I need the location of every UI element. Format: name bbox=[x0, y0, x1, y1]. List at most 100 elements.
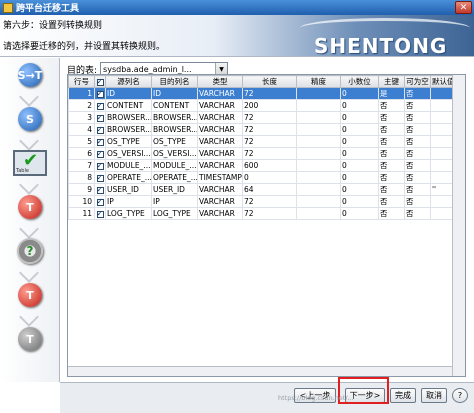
table-row[interactable]: 11LOG_TYPELOG_TYPEVARCHAR720否否 bbox=[68, 207, 453, 220]
default-value-cell[interactable] bbox=[430, 87, 453, 100]
include-checkbox[interactable] bbox=[96, 149, 104, 158]
primary-key-cell[interactable]: 否 bbox=[378, 171, 405, 184]
precision-cell[interactable] bbox=[296, 171, 341, 184]
source-column-cell[interactable]: BROWSER... bbox=[105, 111, 152, 124]
nullable-cell[interactable]: 否 bbox=[404, 159, 431, 172]
target-column-cell[interactable]: MODULE_... bbox=[151, 159, 198, 172]
scale-cell[interactable]: 0 bbox=[340, 147, 379, 160]
length-cell[interactable]: 72 bbox=[242, 111, 297, 124]
column-header[interactable]: 可为空 bbox=[404, 75, 431, 88]
source-column-cell[interactable]: OS_TYPE bbox=[105, 135, 152, 148]
scale-cell[interactable]: 0 bbox=[340, 207, 379, 220]
default-value-cell[interactable]: '' bbox=[430, 183, 453, 196]
type-cell[interactable]: VARCHAR bbox=[197, 159, 243, 172]
nullable-cell[interactable]: 否 bbox=[404, 147, 431, 160]
column-header[interactable]: 行号 bbox=[68, 75, 95, 88]
type-cell[interactable]: VARCHAR bbox=[197, 123, 243, 136]
nullable-cell[interactable]: 否 bbox=[404, 87, 431, 100]
column-header[interactable]: 源列名 bbox=[105, 75, 152, 88]
vertical-scrollbar[interactable] bbox=[452, 75, 465, 376]
row-number-cell[interactable]: 5 bbox=[68, 135, 95, 148]
row-number-cell[interactable]: 10 bbox=[68, 195, 95, 208]
default-value-cell[interactable] bbox=[430, 207, 453, 220]
source-column-cell[interactable]: LOG_TYPE bbox=[105, 207, 152, 220]
source-column-cell[interactable]: OS_VERSI... bbox=[105, 147, 152, 160]
row-number-cell[interactable]: 6 bbox=[68, 147, 95, 160]
length-cell[interactable]: 72 bbox=[242, 207, 297, 220]
include-checkbox-cell[interactable] bbox=[94, 147, 106, 160]
include-checkbox[interactable] bbox=[96, 137, 104, 146]
table-row[interactable]: 6OS_VERSI...OS_VERSI...VARCHAR720否否 bbox=[68, 147, 453, 160]
default-value-cell[interactable] bbox=[430, 111, 453, 124]
include-checkbox-cell[interactable] bbox=[94, 87, 106, 100]
primary-key-cell[interactable]: 否 bbox=[378, 183, 405, 196]
length-cell[interactable]: 200 bbox=[242, 99, 297, 112]
nullable-cell[interactable]: 否 bbox=[404, 135, 431, 148]
precision-cell[interactable] bbox=[296, 207, 341, 220]
row-number-cell[interactable]: 3 bbox=[68, 111, 95, 124]
target-column-cell[interactable]: ID bbox=[151, 87, 198, 100]
target-column-cell[interactable]: USER_ID bbox=[151, 183, 198, 196]
type-cell[interactable]: VARCHAR bbox=[197, 207, 243, 220]
target-column-cell[interactable]: IP bbox=[151, 195, 198, 208]
table-row[interactable]: 5OS_TYPEOS_TYPEVARCHAR720否否 bbox=[68, 135, 453, 148]
cancel-button[interactable]: 取消 bbox=[421, 388, 447, 403]
include-checkbox-cell[interactable] bbox=[94, 99, 106, 112]
source-column-cell[interactable]: BROWSER... bbox=[105, 123, 152, 136]
primary-key-cell[interactable]: 否 bbox=[378, 147, 405, 160]
default-value-cell[interactable] bbox=[430, 159, 453, 172]
type-cell[interactable]: VARCHAR bbox=[197, 87, 243, 100]
primary-key-cell[interactable]: 否 bbox=[378, 195, 405, 208]
target-column-cell[interactable]: CONTENT bbox=[151, 99, 198, 112]
include-checkbox[interactable] bbox=[96, 185, 104, 194]
nullable-cell[interactable]: 否 bbox=[404, 183, 431, 196]
length-cell[interactable]: 72 bbox=[242, 195, 297, 208]
column-header[interactable]: 目的列名 bbox=[151, 75, 198, 88]
primary-key-cell[interactable]: 否 bbox=[378, 159, 405, 172]
default-value-cell[interactable] bbox=[430, 99, 453, 112]
include-checkbox-cell[interactable] bbox=[94, 195, 106, 208]
length-cell[interactable]: 72 bbox=[242, 123, 297, 136]
table-row[interactable]: 4BROWSER...BROWSER...VARCHAR720否否 bbox=[68, 123, 453, 136]
table-row[interactable]: 3BROWSER...BROWSER...VARCHAR720否否 bbox=[68, 111, 453, 124]
column-header[interactable]: 主键 bbox=[378, 75, 405, 88]
include-checkbox[interactable] bbox=[96, 197, 104, 206]
column-header[interactable]: 小数位 bbox=[340, 75, 379, 88]
include-checkbox-cell[interactable] bbox=[94, 135, 106, 148]
source-column-cell[interactable]: IP bbox=[105, 195, 152, 208]
table-row[interactable]: 9USER_IDUSER_IDVARCHAR640否否'' bbox=[68, 183, 453, 196]
source-column-cell[interactable]: OPERATE_... bbox=[105, 171, 152, 184]
target-column-cell[interactable]: OPERATE_... bbox=[151, 171, 198, 184]
nullable-cell[interactable]: 否 bbox=[404, 171, 431, 184]
length-cell[interactable]: 0 bbox=[242, 171, 297, 184]
length-cell[interactable]: 64 bbox=[242, 183, 297, 196]
horizontal-scrollbar[interactable] bbox=[68, 366, 452, 376]
column-header[interactable]: 精度 bbox=[296, 75, 341, 88]
precision-cell[interactable] bbox=[296, 147, 341, 160]
scale-cell[interactable]: 0 bbox=[340, 87, 379, 100]
nullable-cell[interactable]: 否 bbox=[404, 207, 431, 220]
select-all-checkbox[interactable] bbox=[96, 77, 104, 86]
scale-cell[interactable]: 0 bbox=[340, 183, 379, 196]
primary-key-cell[interactable]: 否 bbox=[378, 207, 405, 220]
table-row[interactable]: 2CONTENTCONTENTVARCHAR2000否否 bbox=[68, 99, 453, 112]
row-number-cell[interactable]: 4 bbox=[68, 123, 95, 136]
default-value-cell[interactable] bbox=[430, 147, 453, 160]
row-number-cell[interactable]: 11 bbox=[68, 207, 95, 220]
default-value-cell[interactable] bbox=[430, 123, 453, 136]
type-cell[interactable]: VARCHAR bbox=[197, 135, 243, 148]
column-header[interactable]: 类型 bbox=[197, 75, 243, 88]
primary-key-cell[interactable]: 否 bbox=[378, 123, 405, 136]
close-button[interactable]: ✕ bbox=[455, 1, 472, 14]
type-cell[interactable]: VARCHAR bbox=[197, 99, 243, 112]
length-cell[interactable]: 600 bbox=[242, 159, 297, 172]
table-row[interactable]: 10IPIPVARCHAR720否否 bbox=[68, 195, 453, 208]
include-checkbox[interactable] bbox=[96, 113, 104, 122]
row-number-cell[interactable]: 2 bbox=[68, 99, 95, 112]
scale-cell[interactable]: 0 bbox=[340, 99, 379, 112]
target-column-cell[interactable]: LOG_TYPE bbox=[151, 207, 198, 220]
include-checkbox[interactable] bbox=[96, 89, 104, 98]
type-cell[interactable]: TIMESTAMP bbox=[197, 171, 243, 184]
precision-cell[interactable] bbox=[296, 159, 341, 172]
nullable-cell[interactable]: 否 bbox=[404, 111, 431, 124]
